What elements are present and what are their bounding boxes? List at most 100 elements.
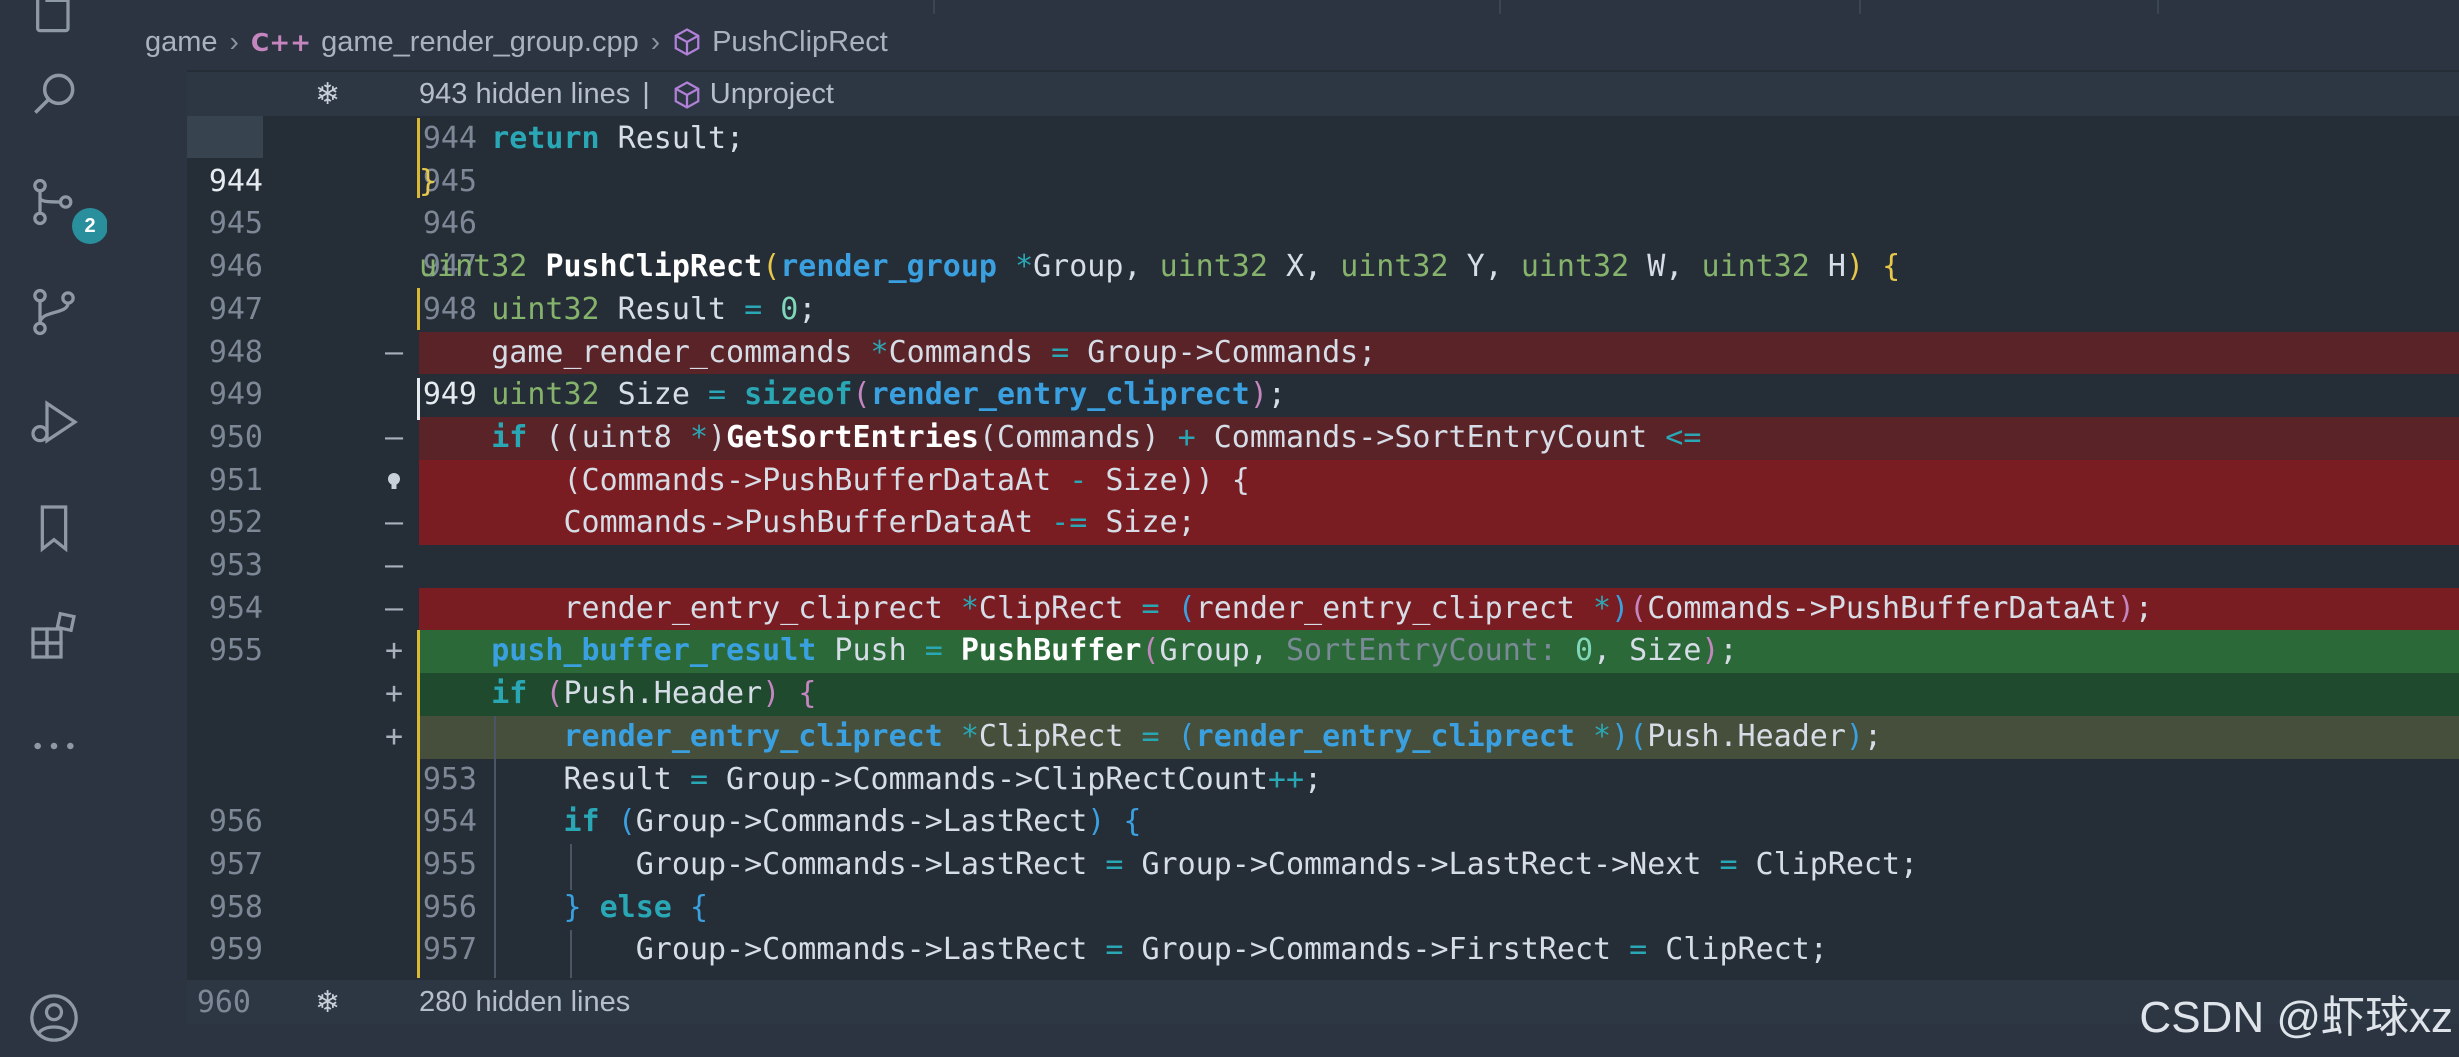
code-token: ( [852, 377, 871, 413]
code-token: ClipRect; [1647, 932, 1828, 968]
code-text[interactable]: uint32 Result = 0; [419, 289, 2459, 332]
code-line[interactable]: 956 954 if (Group->Commands->LastRect) { [187, 801, 2459, 844]
code-token: Group->Commands->LastRect [635, 804, 1088, 840]
bookmark-icon[interactable] [22, 496, 86, 560]
code-text[interactable]: } [419, 161, 2459, 204]
code-token: * [870, 334, 889, 370]
code-text[interactable]: Group->Commands->LastRect = Group->Comma… [419, 929, 2459, 972]
breadcrumb-folder[interactable]: game [145, 26, 218, 59]
account-icon[interactable] [22, 986, 86, 1050]
code-token: ClipRect; [1737, 846, 1919, 882]
hidden-lines-count[interactable]: 943 hidden lines [419, 78, 630, 111]
code-text[interactable]: Commands->PushBufferDataAt -= Size; [419, 502, 2459, 545]
code-text[interactable]: return Result; [419, 118, 2459, 161]
unfold-icon[interactable]: ❄ [315, 985, 340, 1020]
code-text[interactable]: push_buffer_result Push = PushBuffer(Gro… [419, 630, 2459, 674]
original-line-number: 951 [208, 462, 263, 498]
explorer-icon[interactable] [22, 0, 86, 44]
unproject-link[interactable]: Unproject [710, 78, 834, 111]
editor-bottom [187, 1024, 2459, 1057]
code-line[interactable]: 957 955 Group->Commands->LastRect = Group… [187, 844, 2459, 887]
code-line[interactable]: 944 return Result; [187, 118, 2459, 161]
code-text[interactable]: if (Group->Commands->LastRect) { [419, 801, 2459, 844]
code-token: Push [816, 633, 925, 669]
code-token: ) [1845, 718, 1864, 754]
code-token: ; [798, 291, 817, 327]
code-token: * [1593, 718, 1612, 754]
code-text[interactable]: uint32 PushClipRect(render_group *Group,… [419, 246, 2459, 289]
code-text[interactable]: uint32 Size = sizeof(render_entry_clipre… [419, 374, 2459, 417]
original-line-number: 945 [208, 206, 263, 242]
code-token: ( [1177, 590, 1196, 626]
code-token: render_group [780, 249, 997, 285]
breadcrumb-symbol[interactable]: PushClipRect [712, 26, 888, 59]
code-text[interactable]: render_entry_cliprect *ClipRect = (rende… [419, 715, 2459, 759]
code-text[interactable]: render_entry_cliprect *ClipRect = (rende… [419, 587, 2459, 631]
code-line[interactable]: 944 945} [187, 161, 2459, 204]
glyph-margin [107, 70, 187, 1057]
code-text[interactable]: Group->Commands->LastRect = Group->Comma… [419, 844, 2459, 887]
tab-strip [107, 0, 2459, 14]
code-line[interactable]: 953 — [187, 545, 2459, 588]
code-line[interactable]: 951 (Commands->PushBufferDataAt - Size))… [187, 459, 2459, 503]
hidden-lines-banner-bottom[interactable]: 960 ❄ 280 hidden lines [187, 980, 2459, 1024]
code-line[interactable]: 951+ if (Push.Header) { [187, 673, 2459, 716]
search-icon[interactable] [22, 62, 86, 126]
code-line[interactable]: 947 948 uint32 Result = 0; [187, 289, 2459, 332]
code-line[interactable]: 950 — if ((uint8 *)GetSortEntries(Command… [187, 416, 2459, 460]
code-token: * [1593, 590, 1612, 626]
line-number: 960 [196, 984, 251, 1020]
code-text[interactable]: Result = Group->Commands->ClipRectCount+… [419, 759, 2459, 802]
original-line-number: 953 [208, 548, 263, 583]
hidden-lines-banner-top[interactable]: ❄ 943 hidden lines | Unproject [187, 72, 2459, 116]
code-token: uint32 [1340, 249, 1449, 285]
code-line[interactable]: 953 Result = Group->Commands->ClipRectCo… [187, 759, 2459, 802]
unfold-icon[interactable]: ❄ [315, 77, 340, 112]
code-line[interactable]: 952 — Commands->PushBufferDataAt -= Size; [187, 502, 2459, 545]
code-token: = [1629, 932, 1648, 968]
hidden-lines-count[interactable]: 280 hidden lines [419, 986, 630, 1019]
code-token: else [599, 889, 672, 925]
extensions-icon[interactable] [22, 604, 86, 668]
code-token: ++ [1267, 761, 1305, 797]
code-line[interactable]: 945 946 [187, 203, 2459, 246]
code-token: 0 [1574, 633, 1594, 669]
code-token: { [689, 889, 708, 925]
code-line[interactable]: 946 947 uint32 PushClipRect(render_group *… [187, 246, 2459, 289]
code-line[interactable]: 949 949 uint32 Size = sizeof(render_entry… [187, 374, 2459, 417]
branch-icon[interactable] [22, 280, 86, 344]
code-text[interactable]: game_render_commands *Commands = Group->… [419, 331, 2459, 375]
code-token: Result [419, 761, 690, 797]
code-text[interactable]: (Commands->PushBufferDataAt - Size)) { [419, 459, 2459, 503]
code-line[interactable]: 954— render_entry_cliprect *ClipRect = (… [187, 587, 2459, 631]
run-debug-icon[interactable] [22, 390, 86, 454]
code-token: Group, [1033, 249, 1160, 285]
change-bar [417, 288, 420, 330]
code-token: ; [2134, 590, 2153, 626]
breadcrumb-file[interactable]: game_render_group.cpp [321, 26, 639, 59]
code-text[interactable]: if (Push.Header) { [419, 673, 2459, 716]
source-control-icon[interactable]: 2 [22, 170, 108, 244]
code-token: push_buffer_result [491, 633, 817, 669]
code-text[interactable]: } else { [419, 887, 2459, 930]
more-icon[interactable] [22, 714, 86, 778]
code-line[interactable]: 952+ render_entry_cliprect *ClipRect = (… [187, 715, 2459, 759]
lightbulb-icon[interactable] [379, 460, 409, 503]
code-line[interactable]: 948 — game_render_commands *Commands = Gr… [187, 331, 2459, 375]
code-line[interactable]: 959 957 Group->Commands->LastRect = Group… [187, 929, 2459, 972]
code-token: { [798, 676, 817, 712]
code-line[interactable]: 955950+ push_buffer_result Push = PushBu… [187, 630, 2459, 674]
code-line[interactable]: 958 956 } else { [187, 887, 2459, 930]
code-token: uint32 [1520, 249, 1630, 285]
code-text[interactable]: if ((uint8 *)GetSortEntries(Commands) + … [419, 416, 2459, 460]
